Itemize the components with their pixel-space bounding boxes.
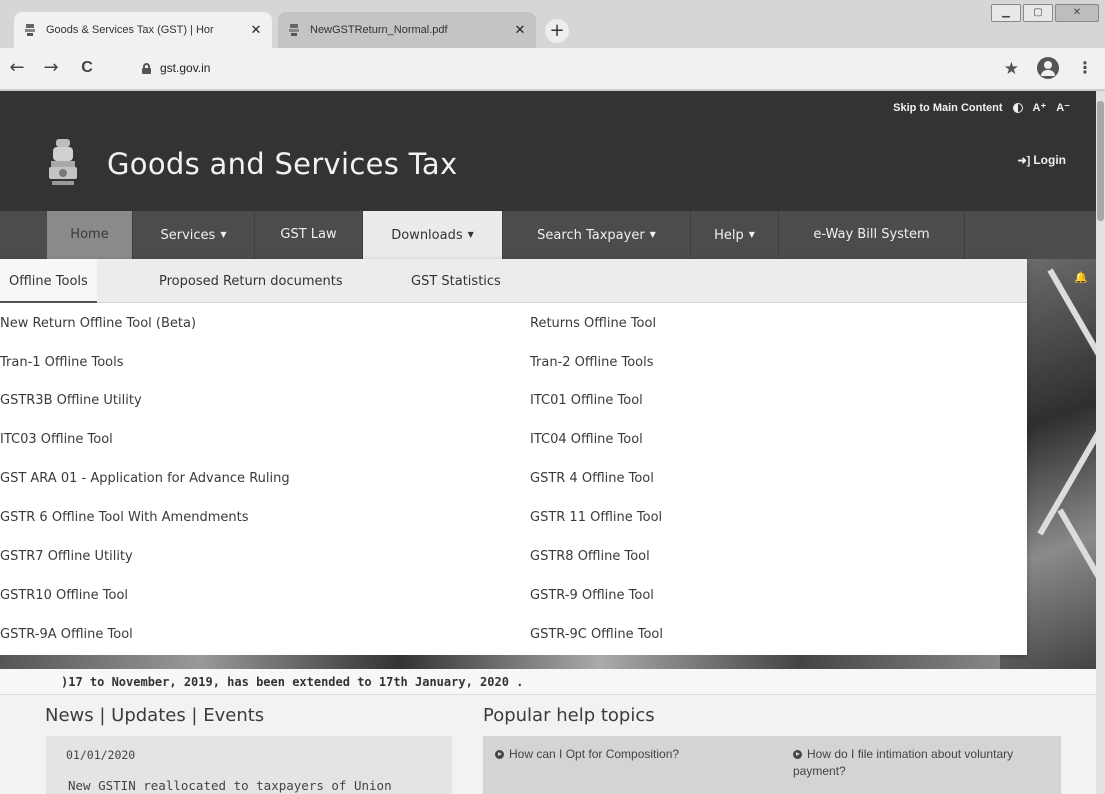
main-navigation: Home Services ▼ GST Law Downloads ▼ Search… [0,211,1096,259]
web-page: Skip to Main Content A⁺ A⁻ Goods and Ser… [0,91,1096,794]
link-gstr-6-offline-tool[interactable]: GSTR 6 Offline Tool With Amendments [0,510,248,525]
tab-proposed-return-documents[interactable]: Proposed Return documents [150,259,352,303]
caret-down-icon: ▼ [748,230,755,239]
link-gst-ara-01[interactable]: GST ARA 01 - Application for Advance Rul… [0,471,290,486]
browser-titlebar: Goods & Services Tax (GST) | Hor ✕ NewGS… [0,0,1105,48]
link-itc03-offline-tool[interactable]: ITC03 Offline Tool [0,432,113,447]
emblem-favicon-icon [22,22,38,38]
forward-arrow-icon[interactable]: → [40,58,62,78]
tab-offline-tools[interactable]: Offline Tools [0,259,97,303]
link-gstr3b-offline-utility[interactable]: GSTR3B Offline Utility [0,393,142,408]
link-gstr8-offline-tool[interactable]: GSTR8 Offline Tool [530,549,650,564]
nav-downloads[interactable]: Downloads ▼ [363,211,503,259]
national-emblem-icon [49,139,77,185]
new-tab-button[interactable]: + [545,19,569,43]
window-controls: ▁ ▢ ✕ [989,4,1099,22]
link-gstr10-offline-tool[interactable]: GSTR10 Offline Tool [0,588,128,603]
nav-home[interactable]: Home [47,211,133,259]
link-new-return-offline-tool[interactable]: New Return Offline Tool (Beta) [0,316,196,331]
bookmark-star-icon[interactable]: ★ [1004,59,1019,79]
lock-icon [142,63,151,74]
login-label: Login [1033,153,1066,167]
link-returns-offline-tool[interactable]: Returns Offline Tool [530,316,656,331]
downloads-dropdown-menu: Offline Tools Proposed Return documents … [0,259,1027,655]
close-window-icon[interactable]: ✕ [1055,4,1099,22]
link-tran-2-offline-tools[interactable]: Tran-2 Offline Tools [530,355,653,370]
link-gstr-11-offline-tool[interactable]: GSTR 11 Offline Tool [530,510,662,525]
tab-title: NewGSTReturn_Normal.pdf [310,24,448,36]
emblem-favicon-icon [286,22,302,38]
news-heading: News | Updates | Events [45,705,265,726]
maximize-icon[interactable]: ▢ [1023,4,1053,22]
nav-label: Search Taxpayer [537,228,645,243]
link-gstr-9a-offline-tool[interactable]: GSTR-9A Offline Tool [0,627,133,642]
url-text: gst.gov.in [160,61,211,75]
link-itc04-offline-tool[interactable]: ITC04 Offline Tool [530,432,643,447]
page-scrollbar[interactable] [1096,91,1105,794]
browser-tab-pdf[interactable]: NewGSTReturn_Normal.pdf ✕ [278,12,536,48]
skip-to-main-link[interactable]: Skip to Main Content [893,102,1002,114]
font-increase-button[interactable]: A⁺ [1033,101,1047,114]
site-header: Skip to Main Content A⁺ A⁻ Goods and Ser… [0,91,1096,211]
help-topics-box: How can I Opt for Composition? How do I … [483,736,1061,794]
close-tab-icon[interactable]: ✕ [512,22,528,38]
nav-search-taxpayer[interactable]: Search Taxpayer ▼ [503,211,691,259]
caret-down-icon: ▼ [220,230,227,239]
nav-label: Downloads [391,228,463,243]
banner-image-strip [0,655,1000,669]
notification-bell-icon[interactable]: 🔔 [1072,271,1090,289]
tab-gst-statistics[interactable]: GST Statistics [402,259,510,303]
nav-services[interactable]: Services ▼ [133,211,255,259]
help-topics-heading: Popular help topics [483,705,655,726]
nav-help[interactable]: Help ▼ [691,211,779,259]
nav-label: Home [70,227,109,242]
minimize-icon[interactable]: ▁ [991,4,1021,22]
accessibility-links: Skip to Main Content A⁺ A⁻ [893,101,1070,115]
caret-down-icon: ▼ [649,230,656,239]
link-itc01-offline-tool[interactable]: ITC01 Offline Tool [530,393,643,408]
nav-label: e-Way Bill System [813,227,930,242]
nav-eway-bill[interactable]: e-Way Bill System [779,211,965,259]
help-topic-voluntary-payment[interactable]: How do I file intimation about voluntary… [793,746,1053,780]
news-card[interactable]: 01/01/2020 New GSTIN reallocated to taxp… [46,736,452,794]
help-topic-label: How can I Opt for Composition? [509,747,680,761]
link-gstr-4-offline-tool[interactable]: GSTR 4 Offline Tool [530,471,654,486]
login-icon: ➜] [1017,155,1031,167]
site-title[interactable]: Goods and Services Tax [107,147,457,181]
nav-label: GST Law [280,227,337,242]
nav-gst-law[interactable]: GST Law [255,211,363,259]
login-link[interactable]: ➜] Login [1017,153,1066,167]
profile-icon[interactable] [1037,57,1059,79]
link-gstr7-offline-utility[interactable]: GSTR7 Offline Utility [0,549,133,564]
help-topic-label: How do I file intimation about voluntary… [793,747,1014,778]
contrast-icon[interactable] [1012,102,1023,113]
announcement-ticker[interactable]: )17 to November, 2019, has been extended… [0,669,1096,695]
news-text[interactable]: New GSTIN reallocated to taxpayers of Un… [68,778,392,793]
link-gstr-9c-offline-tool[interactable]: GSTR-9C Offline Tool [530,627,663,642]
reload-icon[interactable]: C [76,58,98,78]
link-tran-1-offline-tools[interactable]: Tran-1 Offline Tools [0,355,123,370]
back-arrow-icon[interactable]: ← [6,58,28,78]
font-decrease-button[interactable]: A⁻ [1056,101,1070,114]
address-bar: ← → C gst.gov.in ★ ⋮ [0,48,1105,90]
menu-kebab-icon[interactable]: ⋮ [1077,58,1093,77]
close-tab-icon[interactable]: ✕ [248,22,264,38]
nav-label: Help [714,228,744,243]
circle-arrow-icon [793,750,802,759]
dropdown-tabs: Offline Tools Proposed Return documents … [0,259,1027,303]
circle-arrow-icon [495,750,504,759]
link-gstr-9-offline-tool[interactable]: GSTR-9 Offline Tool [530,588,654,603]
scrollbar-thumb[interactable] [1097,101,1104,221]
browser-tab-gst[interactable]: Goods & Services Tax (GST) | Hor ✕ [14,12,272,48]
news-date: 01/01/2020 [66,748,136,762]
tab-title: Goods & Services Tax (GST) | Hor [46,24,214,36]
nav-label: Services [160,228,216,243]
url-field[interactable]: gst.gov.in [128,56,1078,82]
help-topic-composition[interactable]: How can I Opt for Composition? [495,746,765,763]
caret-down-icon: ▼ [467,230,474,239]
